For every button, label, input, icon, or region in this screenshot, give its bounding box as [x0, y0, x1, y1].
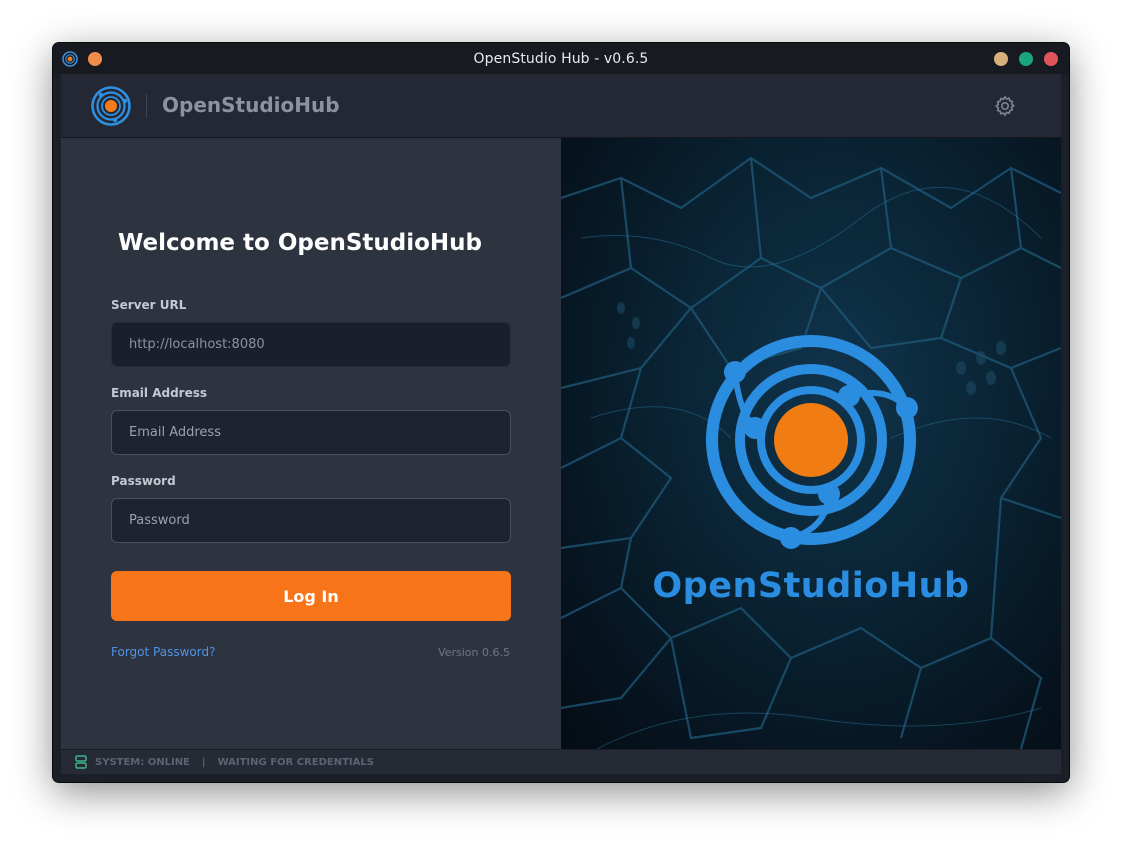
window-menu-button[interactable]	[88, 52, 102, 66]
welcome-heading: Welcome to OpenStudioHub	[118, 230, 483, 256]
email-input[interactable]	[111, 410, 511, 455]
version-label: Version 0.6.5	[438, 646, 510, 659]
system-status: SYSTEM: ONLINE	[95, 756, 190, 768]
forgot-password-link[interactable]: Forgot Password?	[111, 645, 215, 659]
window-controls	[994, 52, 1058, 66]
server-url-label: Server URL	[111, 298, 187, 312]
maximize-button[interactable]	[1019, 52, 1033, 66]
password-input[interactable]	[111, 498, 511, 543]
window-title: OpenStudio Hub - v0.6.5	[473, 50, 649, 67]
title-bar: OpenStudio Hub - v0.6.5	[53, 43, 1069, 74]
brand-name: OpenStudioHub	[162, 93, 340, 117]
brand-logo-icon	[91, 86, 131, 126]
server-status-icon	[75, 755, 87, 769]
app-window: OpenStudio Hub - v0.6.5 OpenStudioHub We…	[53, 43, 1069, 782]
hero-logo-icon	[706, 335, 918, 549]
login-panel: Welcome to OpenStudioHub Server URL Emai…	[61, 138, 561, 749]
gear-icon[interactable]	[993, 94, 1017, 118]
hero-panel: OpenStudioHub	[561, 138, 1061, 749]
status-separator: |	[201, 756, 206, 768]
minimize-button[interactable]	[994, 52, 1008, 66]
app-header: OpenStudioHub	[61, 74, 1061, 138]
title-bar-left	[62, 51, 102, 67]
password-label: Password	[111, 474, 176, 488]
login-button[interactable]: Log In	[111, 571, 511, 621]
app-icon	[62, 51, 78, 67]
server-url-input[interactable]	[111, 322, 511, 367]
email-label: Email Address	[111, 386, 208, 400]
close-button[interactable]	[1044, 52, 1058, 66]
hero-brand-name: OpenStudioHub	[652, 566, 970, 606]
status-bar: SYSTEM: ONLINE | WAITING FOR CREDENTIALS	[61, 749, 1061, 774]
brand-divider	[146, 94, 147, 118]
auth-status: WAITING FOR CREDENTIALS	[217, 756, 374, 768]
